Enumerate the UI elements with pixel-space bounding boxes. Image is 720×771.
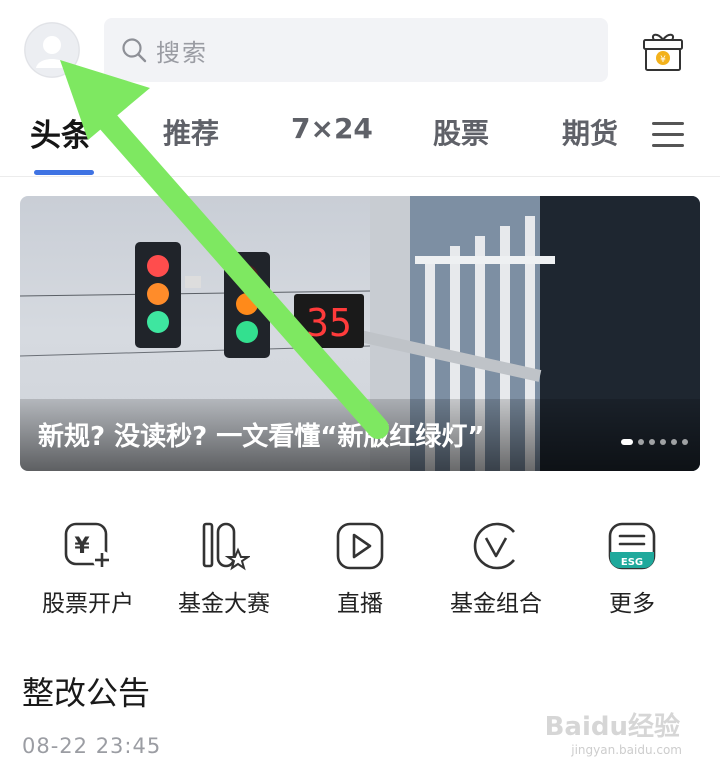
svg-text:¥: ¥ [660,55,666,65]
quick-action-label: 基金大赛 [178,591,270,617]
quick-action-more[interactable]: ESG 更多 [564,520,700,618]
pagination-dot [660,439,666,445]
quick-action-label: 更多 [609,591,655,617]
banner-title: 新规? 没读秒? 一文看懂“新版红绿灯” [38,422,485,452]
quick-actions: ¥ 股票开户 基金大赛 直播 基金组合 ESG 更多 [0,520,720,630]
quick-action-fund-portfolio[interactable]: 基金组合 [428,520,564,618]
tab-headlines[interactable]: 头条 [30,110,92,155]
tab-recommend[interactable]: 推荐 [163,112,219,152]
search-icon [122,38,147,63]
fund-portfolio-icon [473,522,516,570]
notice-title[interactable]: 整改公告 [22,668,150,714]
live-play-icon [336,522,384,570]
pagination-dot [649,439,655,445]
user-avatar[interactable] [24,22,80,78]
user-avatar-icon [24,22,80,78]
tab-stocks[interactable]: 股票 [433,112,489,152]
tabs-divider [0,176,720,177]
quick-action-label: 基金组合 [450,591,542,617]
gift-box-icon: ¥ [643,33,683,71]
watermark-sub: jingyan.baidu.com [571,743,682,757]
esg-badge: ESG [621,557,643,568]
pagination-dot [682,439,688,445]
tab-7x24[interactable]: 7×24 [291,112,373,145]
tab-futures[interactable]: 期货 [562,112,618,152]
esg-more-icon: ESG [608,522,656,570]
quick-action-fund-contest[interactable]: 基金大赛 [156,520,292,618]
countdown-number: 35 [306,301,352,345]
fund-contest-icon [202,522,250,571]
notice-timestamp: 08-22 23:45 [22,734,162,758]
search-placeholder: 搜索 [156,38,208,67]
hamburger-menu-icon[interactable] [652,122,684,148]
pagination-dot-active [621,439,633,445]
quick-action-label: 直播 [337,591,383,617]
svg-text:¥: ¥ [74,534,90,559]
quick-action-label: 股票开户 [42,591,134,617]
gift-button[interactable]: ¥ [640,28,686,74]
pagination-dot [638,439,644,445]
stock-account-icon: ¥ [64,522,111,569]
banner-pagination [621,439,688,445]
channel-tabs: 头条 推荐 7×24 股票 期货 [0,100,720,176]
watermark: Baidu经验 [544,712,680,742]
quick-action-live[interactable]: 直播 [292,520,428,618]
pagination-dot [671,439,677,445]
active-tab-indicator [34,170,94,175]
quick-action-stock-account[interactable]: ¥ 股票开户 [20,520,156,618]
search-bar[interactable]: 搜索 [104,18,608,82]
news-banner[interactable]: 35 新规? 没读秒? 一文看懂“新版红绿灯” [20,196,700,471]
